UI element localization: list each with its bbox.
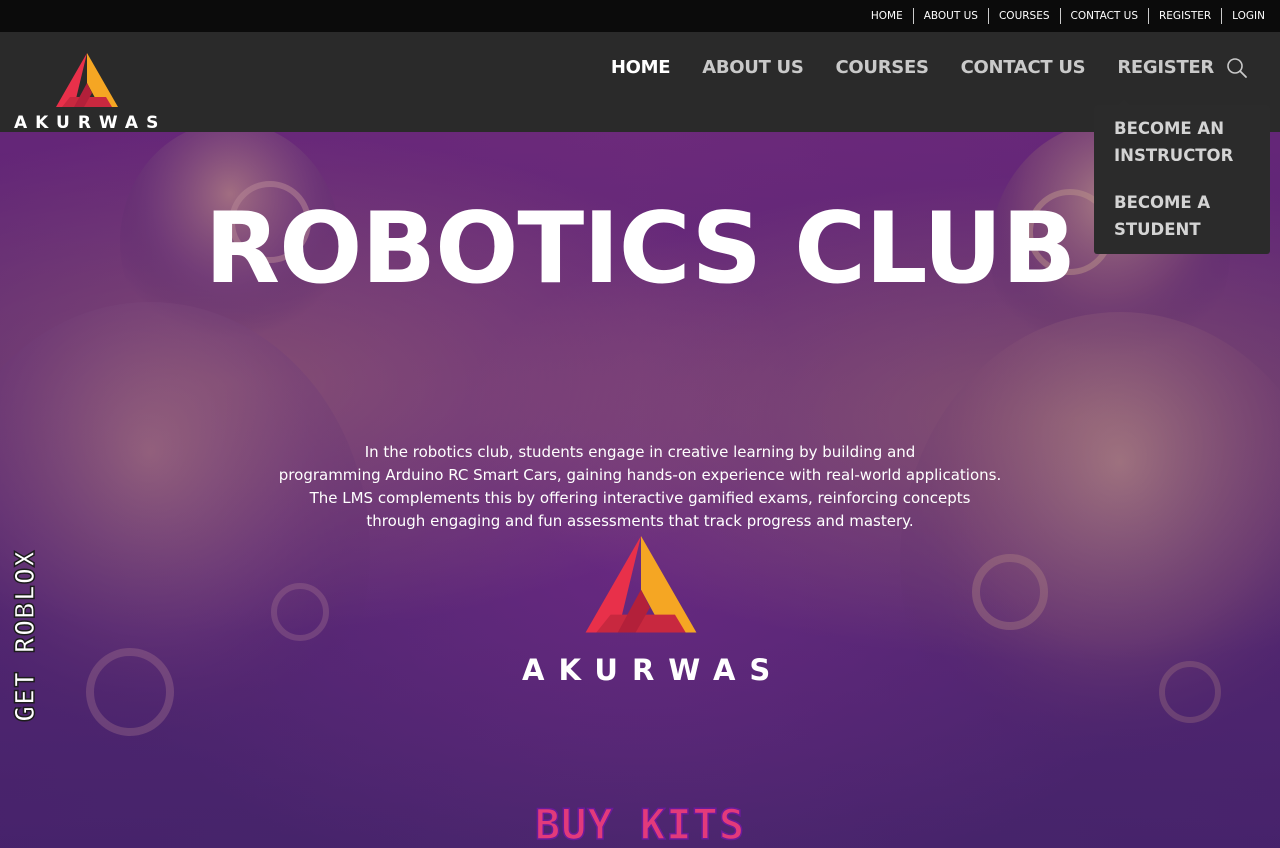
logo-mark-icon <box>585 535 697 633</box>
hero-logo: AKURWAS <box>508 535 785 687</box>
utility-link-register[interactable]: REGISTER <box>1148 8 1221 24</box>
nav-courses[interactable]: COURSES <box>836 57 929 78</box>
hero-logo-wordmark: AKURWAS <box>522 653 785 687</box>
search-button[interactable] <box>1226 57 1248 79</box>
dropdown-caret <box>1118 99 1130 105</box>
site-logo[interactable]: AKURWAS <box>14 53 160 133</box>
hero-title: ROBOTICS CLUB <box>204 192 1077 306</box>
get-roblox-label: GET ROBLOX <box>9 549 42 723</box>
dropdown-become-instructor[interactable]: BECOME AN INSTRUCTOR <box>1104 105 1260 179</box>
buy-kits-button[interactable]: BUY KITS <box>0 799 1280 848</box>
top-utility-bar: HOME ABOUT US COURSES CONTACT US REGISTE… <box>0 0 1280 33</box>
nav-contact-us[interactable]: CONTACT US <box>961 57 1086 78</box>
get-roblox-tab[interactable]: GET ROBLOX <box>9 517 42 755</box>
hero-description-line: The LMS complements this by offering int… <box>309 489 971 507</box>
utility-link-login[interactable]: LOGIN <box>1221 8 1275 24</box>
hero-description-line: through engaging and fun assessments tha… <box>366 512 914 530</box>
logo-mark-icon <box>56 53 118 107</box>
hero-description-line: programming Arduino RC Smart Cars, gaini… <box>278 466 1002 484</box>
nav-home[interactable]: HOME <box>611 57 671 78</box>
main-nav: HOME ABOUT US COURSES CONTACT US REGISTE… <box>579 57 1214 78</box>
utility-link-home[interactable]: HOME <box>861 8 913 24</box>
register-dropdown: BECOME AN INSTRUCTOR BECOME A STUDENT <box>1094 99 1270 254</box>
nav-register[interactable]: REGISTER <box>1117 57 1214 78</box>
utility-link-courses[interactable]: COURSES <box>987 8 1060 24</box>
utility-link-about-us[interactable]: ABOUT US <box>912 8 988 24</box>
hero-description: In the robotics club, students engage in… <box>240 441 1040 533</box>
utility-link-contact-us[interactable]: CONTACT US <box>1059 8 1148 24</box>
hero-description-line: In the robotics club, students engage in… <box>364 443 916 461</box>
logo-wordmark: AKURWAS <box>14 113 167 133</box>
hero-section: ROBOTICS CLUB In the robotics club, stud… <box>0 132 1280 848</box>
dropdown-become-student[interactable]: BECOME A STUDENT <box>1104 179 1260 253</box>
main-header: AKURWAS HOME ABOUT US COURSES CONTACT US… <box>0 33 1280 133</box>
utility-nav: HOME ABOUT US COURSES CONTACT US REGISTE… <box>861 8 1275 24</box>
search-icon <box>1227 58 1247 78</box>
nav-about-us[interactable]: ABOUT US <box>702 57 804 78</box>
